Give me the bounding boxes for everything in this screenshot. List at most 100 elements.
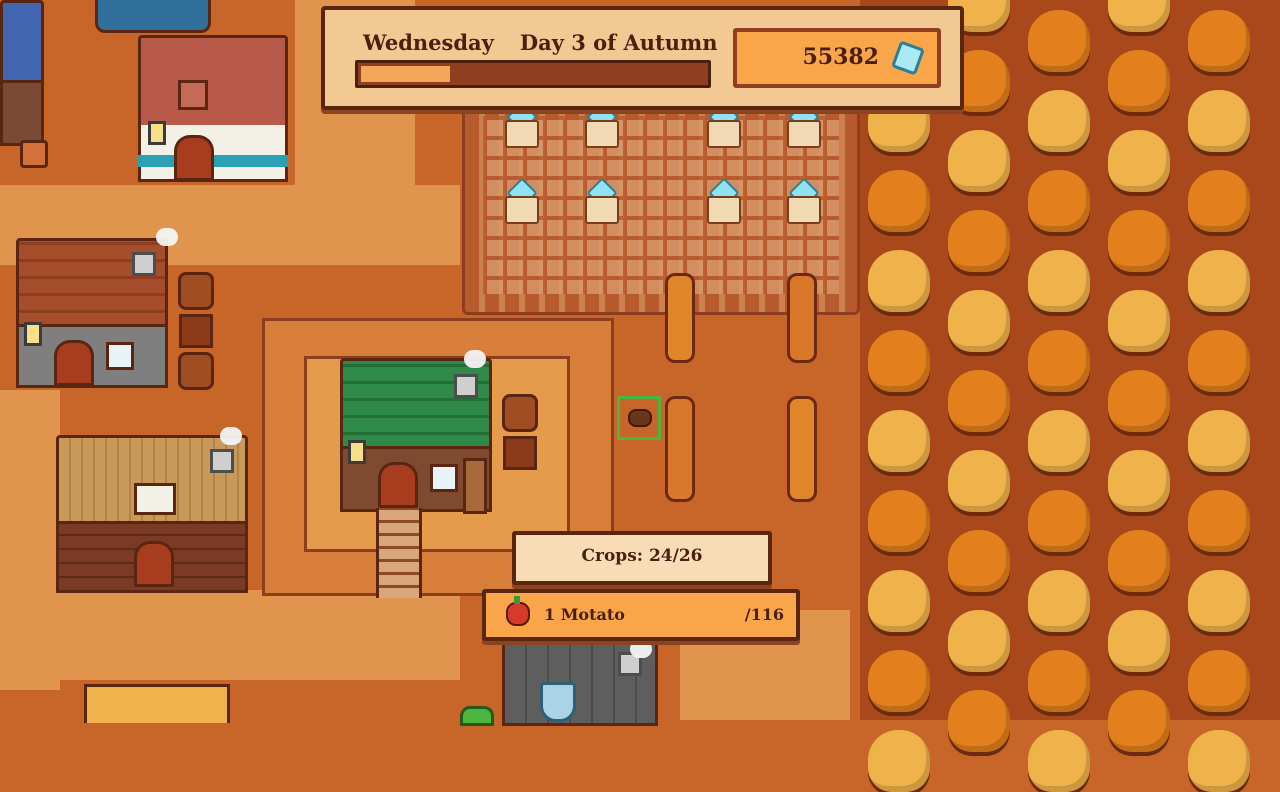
gem-icon — [890, 40, 926, 76]
orchard-tree[interactable] — [948, 610, 1010, 672]
stairs — [376, 508, 422, 598]
orchard-tree[interactable] — [1188, 570, 1250, 632]
storage-shed[interactable] — [502, 630, 658, 726]
orchard-tree[interactable] — [1028, 330, 1090, 392]
dirt-path — [0, 390, 60, 690]
orchard-tree[interactable] — [868, 330, 930, 392]
barn-door[interactable] — [174, 135, 214, 181]
bottom-bush — [460, 706, 494, 726]
orchard-tree[interactable] — [948, 290, 1010, 352]
day-progress-bar — [355, 60, 711, 88]
lamp-icon — [24, 322, 42, 346]
orchard-tree[interactable] — [1028, 10, 1090, 72]
blue-house[interactable] — [0, 0, 44, 150]
orchard-tree[interactable] — [1028, 90, 1090, 152]
seed-icon — [628, 409, 652, 427]
orchard-tree[interactable] — [1188, 90, 1250, 152]
sprinkler[interactable] — [785, 101, 821, 148]
orchard-tree[interactable] — [868, 170, 930, 232]
orchard-tree[interactable] — [1108, 210, 1170, 272]
sprinkler[interactable] — [785, 177, 821, 224]
orchard-tree[interactable] — [948, 130, 1010, 192]
date-row: Wednesday Day 3 of Autumn — [363, 30, 718, 55]
orchard-tree[interactable] — [1028, 490, 1090, 552]
orchard-tree[interactable] — [1188, 410, 1250, 472]
orchard-tree[interactable] — [1108, 450, 1170, 512]
crops-label: Crops: 24/26 — [581, 546, 703, 566]
red-barn[interactable] — [138, 35, 288, 185]
orchard-tree[interactable] — [1108, 610, 1170, 672]
pond — [95, 0, 211, 33]
orchard-tree[interactable] — [868, 490, 930, 552]
item-name: 1 Motato — [544, 605, 625, 624]
fence-post[interactable] — [787, 396, 817, 502]
orchard-tree[interactable] — [1028, 730, 1090, 792]
orchard-tree[interactable] — [1108, 530, 1170, 592]
fence-post[interactable] — [787, 273, 817, 363]
orchard-tree[interactable] — [948, 530, 1010, 592]
orchard-tree[interactable] — [868, 250, 930, 312]
motato-icon — [506, 596, 530, 626]
crate[interactable] — [503, 436, 537, 470]
crate[interactable] — [179, 314, 213, 348]
thatched-house-door[interactable] — [134, 541, 174, 587]
orchard-tree[interactable] — [1188, 10, 1250, 72]
orchard-tree[interactable] — [1028, 570, 1090, 632]
sprinkler[interactable] — [503, 177, 539, 224]
chimney — [210, 449, 234, 473]
orchard-tree[interactable] — [1028, 250, 1090, 312]
barn-sign — [178, 80, 208, 110]
cottage-window — [106, 342, 134, 370]
orchard-tree[interactable] — [1188, 490, 1250, 552]
orchard-tree[interactable] — [948, 210, 1010, 272]
orchard-tree[interactable] — [1188, 170, 1250, 232]
date-text: Day 3 of Autumn — [519, 30, 718, 55]
crops-panel: Crops: 24/26 — [512, 531, 772, 585]
thatched-house[interactable] — [56, 427, 248, 593]
cottage-door[interactable] — [54, 340, 94, 386]
sprinkler[interactable] — [705, 101, 741, 148]
sprinkler[interactable] — [503, 101, 539, 148]
player-house-door[interactable] — [378, 462, 418, 508]
day-hud: Wednesday Day 3 of Autumn 55382 — [321, 6, 964, 110]
orchard-tree[interactable] — [1108, 370, 1170, 432]
orchard-tree[interactable] — [1188, 330, 1250, 392]
day-name: Wednesday — [363, 30, 494, 55]
orchard-tree[interactable] — [1108, 50, 1170, 112]
orchard-tree[interactable] — [948, 370, 1010, 432]
sprinkler[interactable] — [583, 101, 619, 148]
cottage[interactable] — [16, 228, 178, 388]
barrel[interactable] — [178, 272, 214, 310]
orchard-tree[interactable] — [868, 650, 930, 712]
orchard-tree[interactable] — [1108, 0, 1170, 32]
orchard-tree[interactable] — [1108, 690, 1170, 752]
orchard-tree[interactable] — [1188, 650, 1250, 712]
orchard-tree[interactable] — [1108, 290, 1170, 352]
shield-icon — [540, 682, 576, 722]
selected-tile[interactable] — [617, 396, 661, 440]
barrel[interactable] — [178, 352, 214, 390]
orchard-tree[interactable] — [948, 690, 1010, 752]
orchard-tree[interactable] — [1028, 650, 1090, 712]
orchard-tree[interactable] — [868, 410, 930, 472]
barrel[interactable] — [502, 394, 538, 432]
smoke — [630, 640, 652, 658]
orchard-tree[interactable] — [868, 730, 930, 792]
smoke — [464, 350, 486, 368]
money-box: 55382 — [733, 28, 941, 88]
market-stand[interactable] — [84, 684, 230, 723]
fence-post[interactable] — [665, 396, 695, 502]
sprinkler[interactable] — [705, 177, 741, 224]
orchard-tree[interactable] — [1108, 130, 1170, 192]
orchard-tree[interactable] — [1188, 730, 1250, 792]
orchard-tree[interactable] — [868, 570, 930, 632]
orchard-tree[interactable] — [1028, 170, 1090, 232]
orchard-tree[interactable] — [948, 450, 1010, 512]
fence-post[interactable] — [665, 273, 695, 363]
orchard-tree[interactable] — [1188, 250, 1250, 312]
sprinkler[interactable] — [583, 177, 619, 224]
orchard-tree[interactable] — [1028, 410, 1090, 472]
item-total: /116 — [744, 605, 784, 624]
smoke — [220, 427, 242, 445]
item-panel[interactable]: 1 Motato /116 — [482, 589, 800, 641]
